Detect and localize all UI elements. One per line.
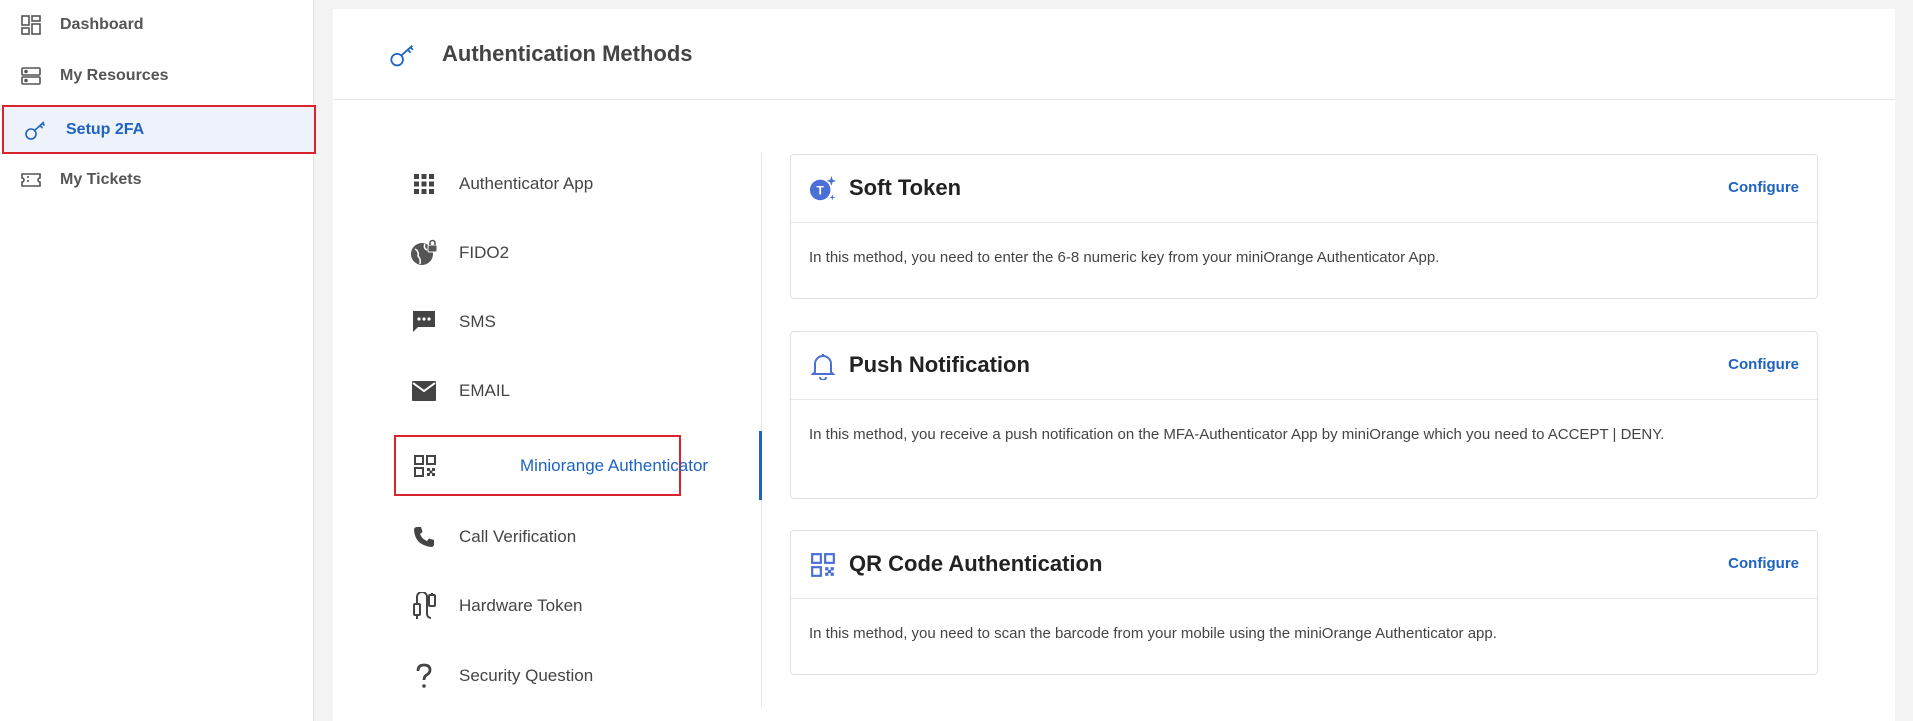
sidebar-item-my-resources[interactable]: My Resources [0, 51, 314, 101]
card-header: QR Code Authentication Configure [791, 531, 1817, 599]
sidebar-item-my-tickets[interactable]: My Tickets [0, 155, 314, 205]
question-icon [409, 661, 439, 691]
phone-icon [409, 522, 439, 552]
active-method-indicator [759, 431, 762, 500]
page-title: Authentication Methods [442, 41, 693, 66]
configure-button[interactable]: Configure [1728, 555, 1799, 572]
key-icon [24, 118, 48, 142]
card-description: In this method, you need to enter the 6-… [809, 249, 1440, 266]
sidebar-item-label: My Tickets [60, 171, 142, 188]
method-label: EMAIL [459, 381, 511, 400]
method-call-verification[interactable]: Call Verification [395, 506, 681, 568]
key-icon [389, 41, 417, 69]
method-email[interactable]: EMAIL [395, 360, 681, 422]
email-icon [409, 376, 439, 406]
card-soft-token: T Soft Token Configure In this method, y… [790, 154, 1818, 299]
globe-lock-icon [409, 238, 439, 268]
card-title: Push Notification [849, 352, 1030, 377]
method-fido2[interactable]: FIDO2 [395, 222, 681, 284]
method-miniorange-authenticator[interactable]: Miniorange Authenticator [394, 435, 708, 496]
card-description: In this method, you need to scan the bar… [809, 625, 1497, 642]
card-push-notification: Push Notification Configure In this meth… [790, 331, 1818, 499]
configure-button[interactable]: Configure [1728, 179, 1799, 196]
method-security-question[interactable]: Security Question [395, 645, 681, 707]
svg-text:T: T [816, 184, 824, 198]
card-header: T Soft Token Configure [791, 155, 1817, 223]
qr-icon [410, 451, 440, 481]
card-qr-code-authentication: QR Code Authentication Configure In this… [790, 530, 1818, 675]
method-label: Miniorange Authenticator [520, 455, 709, 475]
card-title: QR Code Authentication [849, 551, 1103, 576]
dashboard-icon [19, 13, 43, 37]
resources-icon [19, 64, 43, 88]
ticket-icon [19, 168, 43, 192]
sidebar-item-label: My Resources [60, 67, 169, 84]
method-sms[interactable]: SMS [395, 291, 681, 353]
sidebar-item-setup-2fa[interactable]: Setup 2FA [2, 105, 316, 154]
method-authenticator-app[interactable]: Authenticator App [395, 153, 681, 215]
method-hardware-token[interactable]: Hardware Token [395, 575, 681, 637]
method-label: Call Verification [459, 527, 577, 546]
method-label: Authenticator App [459, 174, 594, 193]
method-label: FIDO2 [459, 243, 510, 262]
qr-icon [809, 551, 837, 579]
panel-header: Authentication Methods [333, 9, 1895, 100]
soft-token-icon: T [809, 175, 837, 203]
card-title: Soft Token [849, 175, 962, 200]
method-list-divider [761, 153, 762, 707]
sidebar-item-label: Setup 2FA [66, 120, 145, 138]
sidebar: Dashboard My Resources Setup 2FA My Tick… [0, 0, 316, 721]
configure-button[interactable]: Configure [1728, 356, 1799, 373]
method-label: SMS [459, 312, 496, 331]
card-header: Push Notification Configure [791, 332, 1817, 400]
sidebar-item-label: Dashboard [60, 16, 144, 33]
sidebar-item-dashboard[interactable]: Dashboard [0, 0, 314, 50]
card-description: In this method, you receive a push notif… [809, 426, 1665, 443]
bell-icon [809, 352, 837, 380]
grid-icon [409, 169, 439, 199]
sms-icon [409, 307, 439, 337]
method-label: Hardware Token [459, 596, 583, 615]
main-panel: Authentication Methods Authenticator App… [333, 9, 1895, 721]
method-label: Security Question [459, 666, 594, 685]
hardware-token-icon [409, 591, 439, 621]
